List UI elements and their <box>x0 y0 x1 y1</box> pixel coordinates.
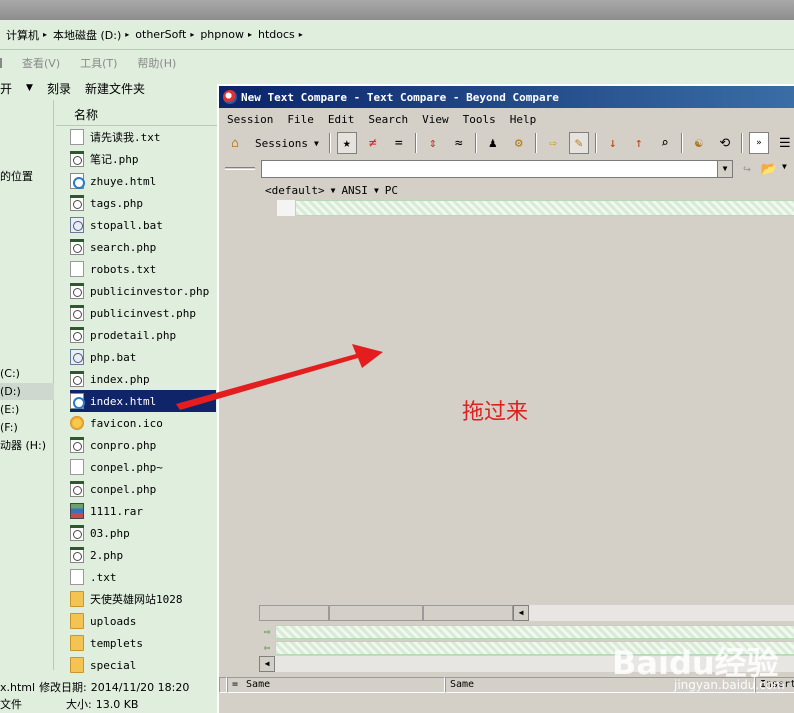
drag-arrow-annotation <box>176 344 383 410</box>
drag-here-annotation: 拖过来 <box>462 400 529 425</box>
baidu-watermark: Baidu经验 jingyan.baidu.com <box>612 628 785 698</box>
watermark-url: jingyan.baidu.com <box>674 678 785 692</box>
red-arrow-icon <box>176 344 383 410</box>
